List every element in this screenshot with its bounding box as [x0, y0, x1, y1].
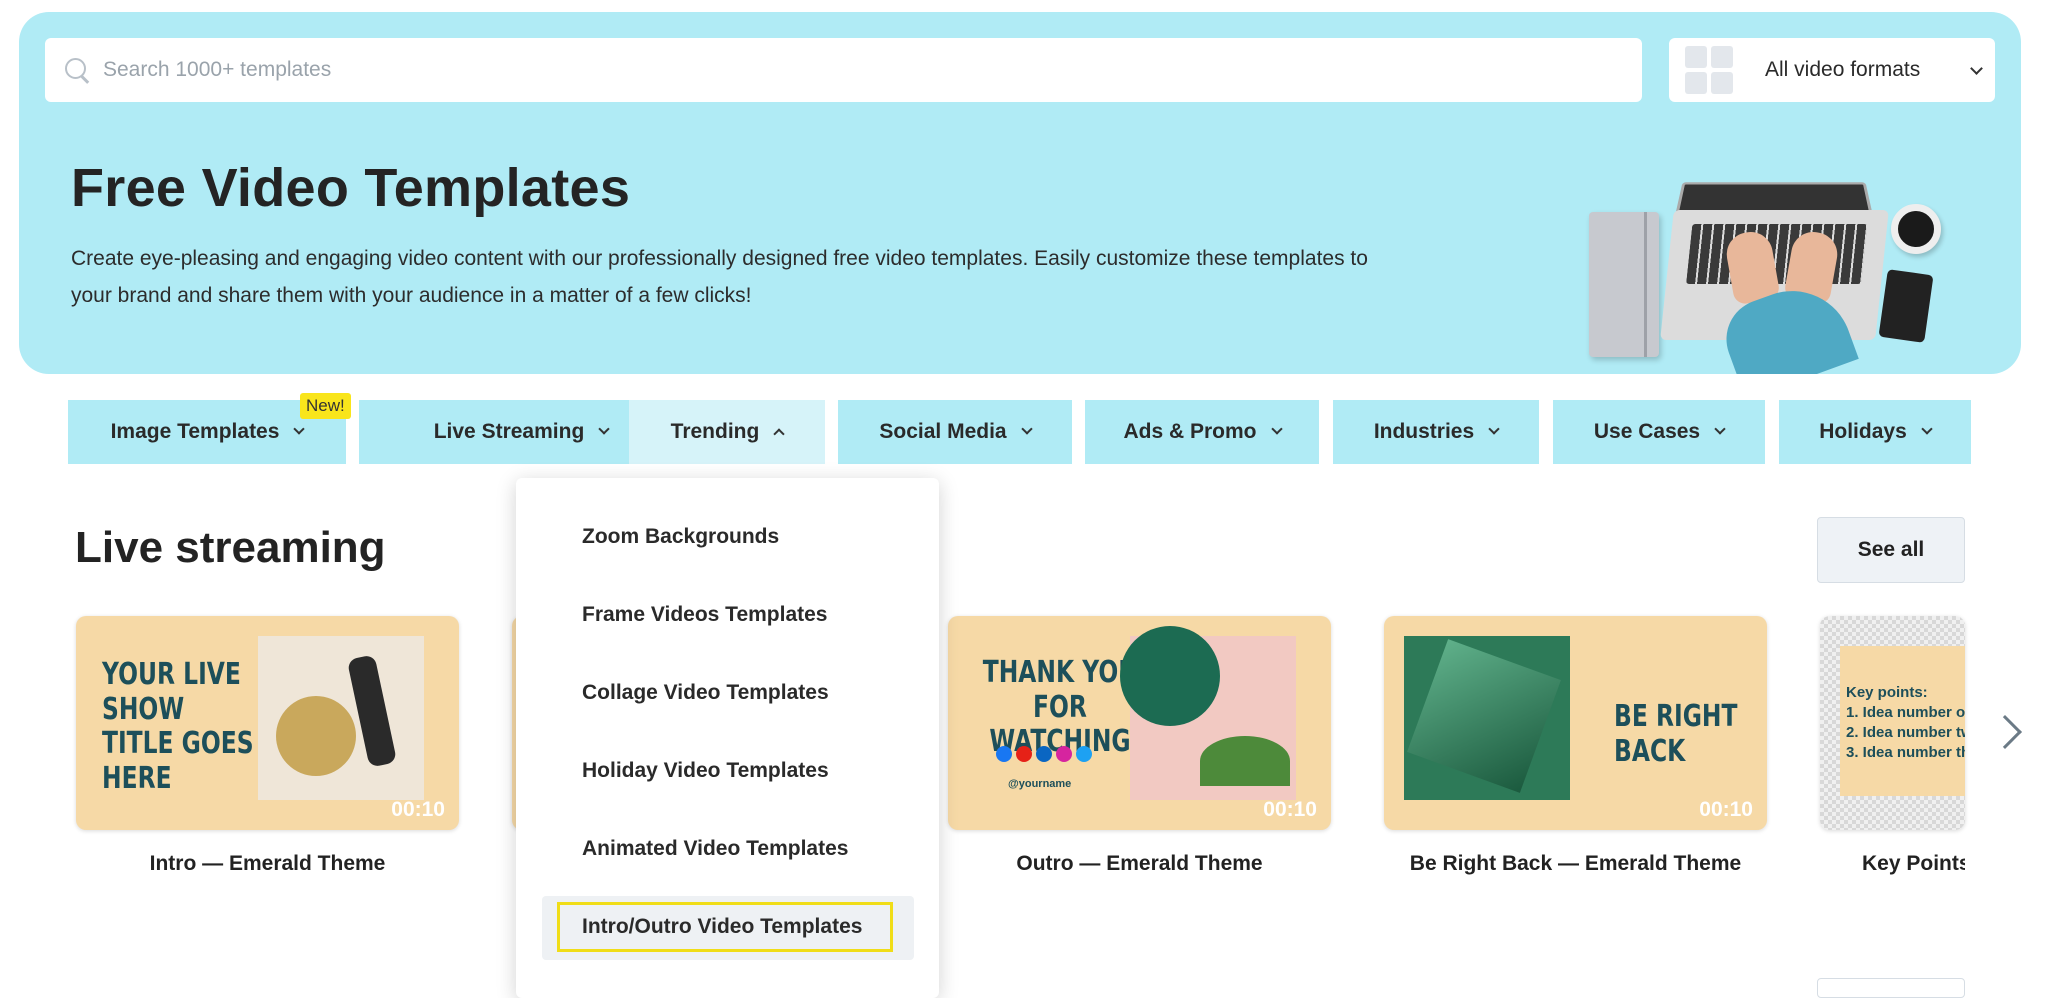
thumbnail-panel: Key points: 1. Idea number one 2. Idea n…	[1840, 646, 1965, 796]
thumbnail-text: THANK YOU FOR WATCHING	[982, 655, 1138, 759]
search-icon	[63, 56, 91, 84]
menu-item-zoom-backgrounds[interactable]: Zoom Backgrounds	[582, 525, 779, 549]
facebook-icon	[996, 746, 1012, 762]
hero-banner: All video formats Free Video Templates C…	[19, 12, 2021, 374]
card-title[interactable]: Outro — Emerald Theme	[948, 852, 1331, 876]
thumbnail-line: 2. Idea number two	[1846, 724, 1965, 741]
section-title: Live streaming	[75, 523, 386, 572]
card-title[interactable]: Intro — Emerald Theme	[76, 852, 459, 876]
tab-label: Ads & Promo	[1123, 420, 1257, 443]
tab-label: Industries	[1373, 420, 1475, 443]
duration-label: 00:10	[1699, 798, 1753, 821]
tab-social-media[interactable]: Social Media	[838, 400, 1072, 464]
thumbnail-photo	[1404, 636, 1570, 800]
menu-item-frame-videos[interactable]: Frame Videos Templates	[582, 603, 828, 627]
next-section-button[interactable]	[1817, 978, 1965, 998]
thumbnail-text: BE RIGHT BACK	[1614, 699, 1738, 769]
template-card[interactable]: Key points: 1. Idea number one 2. Idea n…	[1820, 616, 1965, 830]
page-description: Create eye-pleasing and engaging video c…	[71, 247, 1368, 307]
thumbnail-heading: Key points:	[1846, 684, 1928, 701]
search-bar[interactable]	[45, 38, 1642, 102]
tab-label: Live Streaming	[433, 420, 585, 443]
chevron-down-icon	[1020, 423, 1033, 435]
tab-label: Holidays	[1819, 420, 1907, 443]
duration-label: 00:10	[391, 798, 445, 821]
tab-industries[interactable]: Industries	[1333, 400, 1539, 464]
grid-icon	[1685, 46, 1733, 94]
linkedin-icon	[1036, 746, 1052, 762]
card-title[interactable]: Key Points	[1862, 852, 1965, 876]
card-title[interactable]: Be Right Back — Emerald Theme	[1384, 852, 1767, 876]
chevron-down-icon	[1270, 423, 1283, 435]
page-title: Free Video Templates	[71, 158, 631, 218]
coffee-cup-icon	[1891, 204, 1941, 254]
tab-label: Image Templates	[110, 420, 280, 443]
menu-item-animated-video[interactable]: Animated Video Templates	[582, 837, 848, 861]
search-input[interactable]	[103, 58, 1603, 82]
thumbnail-text: YOUR LIVE SHOW TITLE GOES HERE	[102, 657, 254, 796]
chevron-down-icon	[1714, 423, 1726, 435]
template-card[interactable]: THANK YOU FOR WATCHING @yourname 00:10	[948, 616, 1331, 830]
duration-label: 00:10	[1263, 798, 1317, 821]
trending-dropdown-menu: Zoom Backgrounds Frame Videos Templates …	[516, 478, 939, 998]
tab-trending[interactable]: Trending	[629, 400, 825, 464]
youtube-icon	[1016, 746, 1032, 762]
video-format-label: All video formats	[1765, 58, 1921, 81]
menu-item-intro-outro-video[interactable]: Intro/Outro Video Templates	[542, 896, 914, 960]
thumbnail-line: 1. Idea number one	[1846, 704, 1965, 721]
menu-item-collage-video[interactable]: Collage Video Templates	[582, 681, 829, 705]
handle-text: @yourname	[1008, 778, 1072, 790]
tab-label: Use Cases	[1593, 420, 1701, 443]
chevron-down-icon	[1488, 423, 1500, 435]
menu-item-label: Intro/Outro Video Templates	[557, 902, 893, 952]
template-card[interactable]: YOUR LIVE SHOW TITLE GOES HERE 00:10	[76, 616, 459, 830]
tab-label: Trending	[670, 420, 760, 443]
video-format-select[interactable]: All video formats	[1669, 38, 1995, 102]
thumbnail-photo	[258, 636, 424, 800]
chevron-right-icon[interactable]	[1988, 715, 2022, 749]
phone-icon	[1878, 269, 1934, 343]
tab-holidays[interactable]: Holidays	[1779, 400, 1971, 464]
chevron-down-icon	[1970, 62, 1983, 75]
instagram-icon	[1056, 746, 1072, 762]
new-badge: New!	[300, 393, 351, 419]
tab-use-cases[interactable]: Use Cases	[1553, 400, 1765, 464]
chevron-down-icon	[293, 423, 306, 435]
see-all-button[interactable]: See all	[1817, 517, 1965, 583]
social-icons	[996, 746, 1092, 762]
thumbnail-photo	[1120, 626, 1296, 800]
twitter-icon	[1076, 746, 1092, 762]
thumbnail-line: 3. Idea number three	[1846, 744, 1965, 761]
tab-label: Social Media	[879, 420, 1007, 443]
hero-illustration	[1579, 152, 1959, 374]
chevron-down-icon	[1921, 423, 1933, 435]
chevron-up-icon	[773, 428, 785, 440]
chevron-down-icon	[598, 423, 610, 435]
menu-item-holiday-video[interactable]: Holiday Video Templates	[582, 759, 829, 783]
template-card[interactable]: BE RIGHT BACK 00:10	[1384, 616, 1767, 830]
tab-ads-promo[interactable]: Ads & Promo	[1085, 400, 1319, 464]
